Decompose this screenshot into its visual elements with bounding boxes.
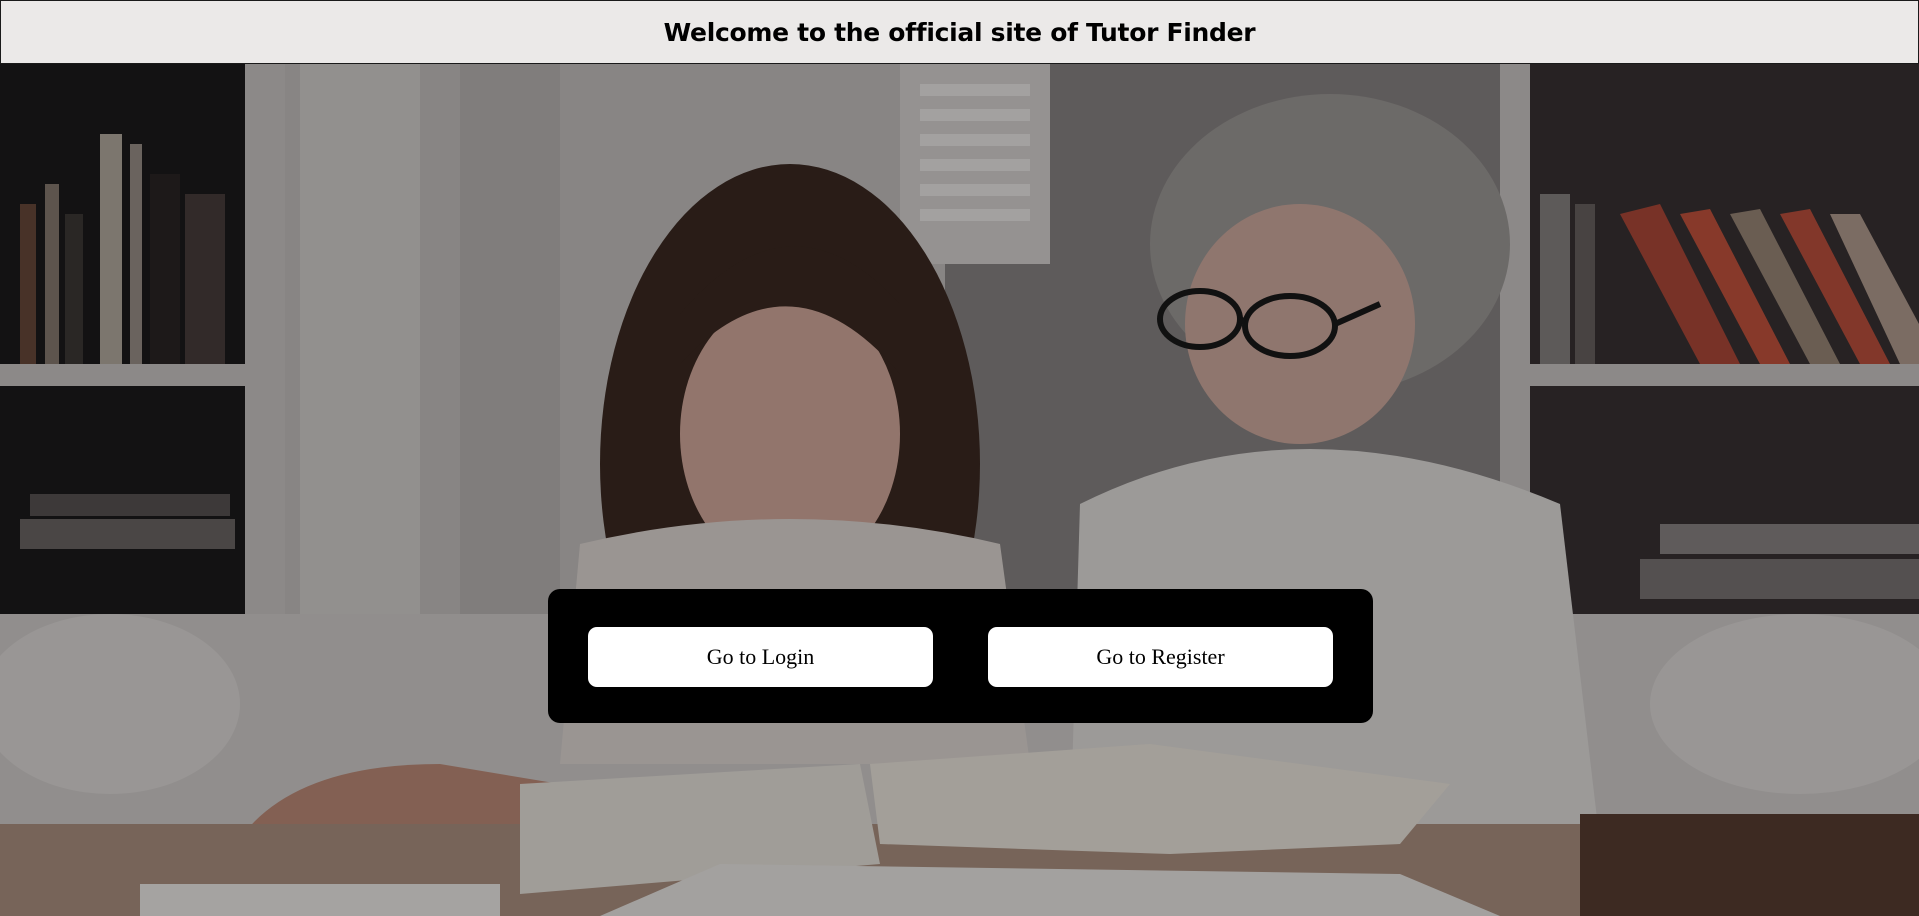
hero-background-image <box>0 64 1919 916</box>
hero-dim-overlay <box>0 64 1919 916</box>
site-header: Welcome to the official site of Tutor Fi… <box>0 0 1919 64</box>
go-to-register-button[interactable]: Go to Register <box>988 627 1333 687</box>
action-panel: Go to Login Go to Register <box>548 589 1373 723</box>
go-to-login-button[interactable]: Go to Login <box>588 627 933 687</box>
page-title: Welcome to the official site of Tutor Fi… <box>663 17 1256 47</box>
